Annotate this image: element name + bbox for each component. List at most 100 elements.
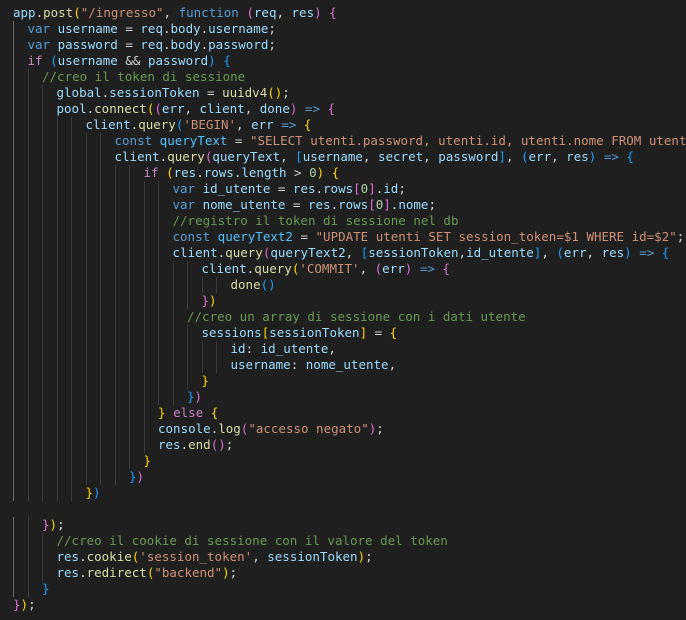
indent-guide	[85, 309, 101, 325]
code-line[interactable]: res.end();	[13, 437, 686, 453]
code-line[interactable]: }	[13, 373, 686, 389]
indent-guide	[143, 325, 159, 341]
code-token: =	[292, 229, 316, 244]
indent-guide	[13, 325, 28, 341]
code-token: {	[661, 245, 670, 260]
code-token: .	[315, 181, 324, 196]
code-token: =	[227, 133, 250, 148]
indent-guide	[158, 197, 173, 213]
code-line[interactable]: })	[13, 485, 686, 501]
code-line[interactable]: client.query('BEGIN', err => {	[13, 117, 686, 133]
code-line[interactable]: sessions[sessionToken] = {	[13, 325, 686, 341]
code-area[interactable]: app.post("/ingresso", function (req, res…	[0, 5, 686, 613]
indent-guide	[13, 213, 28, 229]
indent-guide	[27, 165, 43, 181]
code-line[interactable]: client.query(queryText2, [sessionToken,i…	[13, 245, 686, 261]
indent-guide	[56, 437, 72, 453]
indent-guide	[42, 85, 57, 101]
indent-guide	[13, 421, 28, 437]
indent-guide	[27, 453, 43, 469]
indent-guide	[158, 261, 173, 277]
code-line[interactable]: pool.connect((err, client, done) => {	[13, 101, 686, 117]
indent-guide	[129, 261, 144, 277]
code-line[interactable]: client.query('COMMIT', (err) => {	[13, 261, 686, 277]
code-line[interactable]: })	[13, 469, 686, 485]
indent-guide	[27, 101, 43, 117]
code-line[interactable]: res.cookie('session_token', sessionToken…	[13, 549, 686, 565]
indent-guide	[85, 133, 101, 149]
indent-guide	[56, 309, 72, 325]
indent-guide	[172, 325, 188, 341]
code-token: ;	[28, 597, 36, 612]
code-line[interactable]: //creo il token di sessione	[13, 69, 686, 85]
indent-guide	[85, 149, 101, 165]
indent-guide	[114, 421, 130, 437]
code-line[interactable]: var username = req.body.username;	[13, 21, 686, 37]
code-line[interactable]: console.log("accesso negato");	[13, 421, 686, 437]
code-token: ,	[362, 149, 378, 164]
indent-guide	[100, 229, 115, 245]
code-line[interactable]: id: id_utente,	[13, 341, 686, 357]
indent-guide	[100, 453, 115, 469]
code-line[interactable]: });	[13, 597, 686, 613]
indent-guide	[71, 261, 86, 277]
code-line[interactable]: //creo il cookie di sessione con il valo…	[13, 533, 686, 549]
indent-guide	[71, 357, 86, 373]
code-line[interactable]: });	[13, 517, 686, 533]
code-line[interactable]: client.query(queryText, [username, secre…	[13, 149, 686, 165]
code-token: [	[295, 149, 303, 164]
code-line[interactable]: const queryText = "SELECT utenti.passwor…	[13, 133, 686, 149]
code-line[interactable]: done()	[13, 277, 686, 293]
indent-guide	[100, 165, 115, 181]
code-line[interactable]: //registro il token di sessione nel db	[13, 213, 686, 229]
code-line[interactable]: if (res.rows.length > 0) {	[13, 165, 686, 181]
code-line[interactable]: //creo un array di sessione con i dati u…	[13, 309, 686, 325]
code-token: >	[286, 165, 310, 180]
indent-guide	[27, 469, 43, 485]
indent-guide	[13, 85, 28, 101]
indent-guide	[13, 341, 28, 357]
code-line[interactable]: res.redirect("backend");	[13, 565, 686, 581]
code-token: "/ingresso"	[80, 5, 164, 20]
code-token: ;	[376, 421, 384, 436]
code-token: res	[601, 245, 625, 260]
indent-guide	[129, 181, 144, 197]
indent-guide	[27, 69, 43, 85]
code-line[interactable]	[13, 501, 686, 517]
code-token: if	[27, 53, 43, 68]
code-editor[interactable]: app.post("/ingresso", function (req, res…	[0, 0, 686, 620]
indent-guide	[114, 277, 130, 293]
indent-guide	[13, 453, 28, 469]
code-token: ,	[184, 101, 200, 116]
code-token: ;	[365, 549, 373, 564]
code-line[interactable]: app.post("/ingresso", function (req, res…	[13, 5, 686, 21]
code-token: res	[291, 5, 315, 20]
code-line[interactable]: var id_utente = res.rows[0].id;	[13, 181, 686, 197]
code-line[interactable]: global.sessionToken = uuidv4();	[13, 85, 686, 101]
code-line[interactable]: const queryText2 = "UPDATE utenti SET se…	[13, 229, 686, 245]
code-token: .	[162, 37, 171, 52]
code-token: log	[218, 421, 241, 436]
code-token: queryText	[159, 133, 228, 148]
code-line[interactable]: })	[13, 293, 686, 309]
code-line[interactable]: var password = req.body.password;	[13, 37, 686, 53]
code-token: {	[303, 117, 312, 132]
code-line[interactable]: } else {	[13, 405, 686, 421]
code-line[interactable]: }	[13, 453, 686, 469]
indent-guide	[27, 389, 43, 405]
code-token: res	[173, 165, 197, 180]
indent-guide	[158, 309, 173, 325]
code-line[interactable]: username: nome_utente,	[13, 357, 686, 373]
code-token: ,	[541, 245, 557, 260]
code-line[interactable]: var nome_utente = res.rows[0].nome;	[13, 197, 686, 213]
code-line[interactable]: if (username && password) {	[13, 53, 686, 69]
code-line[interactable]: })	[13, 389, 686, 405]
code-token: )	[208, 53, 216, 68]
indent-guide	[56, 261, 72, 277]
code-line[interactable]: }	[13, 581, 686, 597]
